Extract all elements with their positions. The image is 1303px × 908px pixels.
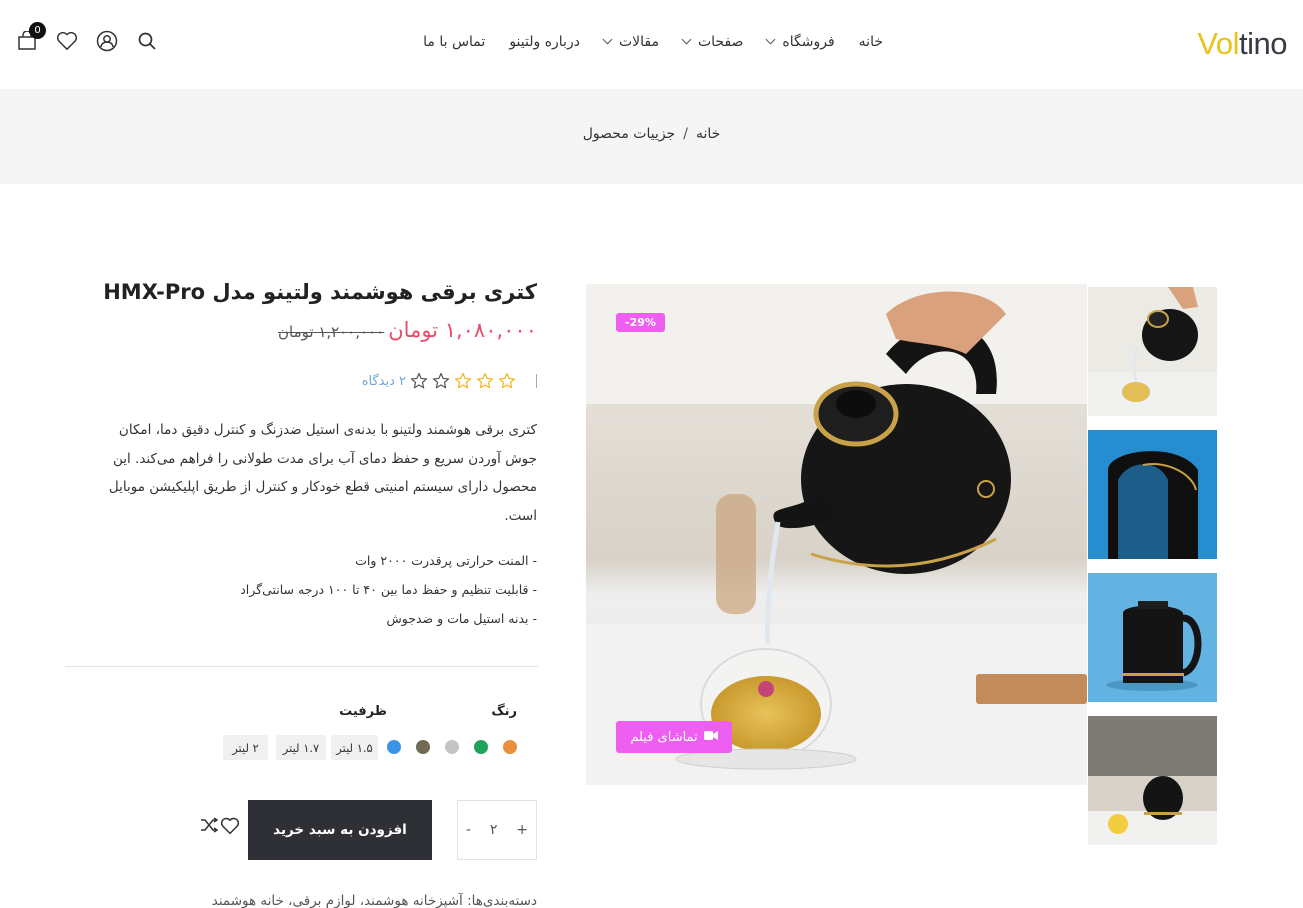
product-info: کتری برقی هوشمند ولتینو مدل HMX-Pro ۱,۰۸… xyxy=(62,280,537,626)
capacity-option-1.7l[interactable]: ۱.۷ لیتر xyxy=(276,735,326,760)
site-header: Voltino خانه فروشگاه صفحات مقالات درباره… xyxy=(0,0,1303,88)
color-swatch-gray[interactable] xyxy=(445,740,459,754)
header-icons: 0 xyxy=(16,22,158,52)
reviews-link[interactable]: ۲ دیدگاه xyxy=(362,374,406,389)
color-swatch-orange[interactable] xyxy=(503,740,517,754)
nav-label: تماس با ما xyxy=(423,34,486,50)
product-thumbnail-1[interactable] xyxy=(1088,287,1217,416)
watch-video-button[interactable]: تماشای فیلم xyxy=(616,721,732,753)
price-row: ۱,۰۸۰,۰۰۰ تومان ۱,۲۰۰,۰۰۰ تومان xyxy=(62,318,537,342)
nav-item-home[interactable]: خانه xyxy=(859,34,883,50)
nav-item-shop[interactable]: فروشگاه xyxy=(765,34,835,50)
nav-item-articles[interactable]: مقالات xyxy=(602,34,659,50)
site-logo[interactable]: Voltino xyxy=(1197,26,1287,62)
logo-part-1: Vol xyxy=(1197,26,1240,61)
wishlist-heart-icon[interactable] xyxy=(220,817,240,839)
star-filled-icon xyxy=(498,372,516,389)
nav-label: درباره ولتینو xyxy=(509,34,580,50)
nav-label: فروشگاه xyxy=(782,34,835,50)
nav-label: خانه xyxy=(858,34,883,50)
quantity-decrease-button[interactable]: - xyxy=(466,822,471,838)
breadcrumb-home[interactable]: خانه xyxy=(696,126,720,142)
quantity-value[interactable]: ۲ xyxy=(490,822,498,838)
star-filled-icon xyxy=(454,372,472,389)
product-description: کتری برقی هوشمند ولتینو با بدنه‌ی استیل … xyxy=(108,422,537,524)
nav-item-about[interactable]: درباره ولتینو xyxy=(509,34,580,50)
nav-label: صفحات xyxy=(697,34,744,50)
capacity-option-label: ظرفیت xyxy=(339,704,387,719)
rating-row: ۲ دیدگاه xyxy=(362,372,537,390)
star-rating xyxy=(410,372,516,390)
main-nav-items: خانه فروشگاه صفحات مقالات درباره ولتینو … xyxy=(423,30,883,54)
feature-item: - المنت حرارتی پرقدرت ۲۰۰۰ وات xyxy=(355,553,537,568)
feature-list: - المنت حرارتی پرقدرت ۲۰۰۰ وات - قابلیت … xyxy=(240,546,537,633)
feature-item: - بدنه استیل مات و ضدجوش xyxy=(386,611,537,626)
color-swatch-blue[interactable] xyxy=(387,740,401,754)
capacity-option-1.5l[interactable]: ۱.۵ لیتر xyxy=(331,735,378,760)
logo-part-2: tino xyxy=(1239,26,1287,61)
chevron-down-icon xyxy=(765,34,776,44)
discount-badge: -29% xyxy=(616,313,665,332)
product-thumbnail-3[interactable] xyxy=(1088,573,1217,702)
compare-shuffle-icon[interactable] xyxy=(200,817,219,837)
price-original: ۱,۲۰۰,۰۰۰ تومان xyxy=(278,323,385,341)
quantity-increase-button[interactable]: + xyxy=(516,822,528,838)
cart-count-badge: 0 xyxy=(29,22,46,39)
breadcrumb-separator: / xyxy=(683,126,688,142)
chevron-down-icon xyxy=(602,34,613,44)
color-option-label: رنگ xyxy=(491,704,517,719)
divider-line xyxy=(65,666,538,667)
product-thumbnail-2[interactable] xyxy=(1088,430,1217,559)
nav-label: مقالات xyxy=(618,34,659,50)
color-swatch-green[interactable] xyxy=(474,740,488,754)
star-empty-icon xyxy=(432,372,450,389)
product-main-image[interactable] xyxy=(586,284,1087,785)
wishlist-heart-icon[interactable] xyxy=(56,30,78,52)
color-swatch-olive[interactable] xyxy=(416,740,430,754)
video-camera-icon xyxy=(703,730,718,745)
nav-item-pages[interactable]: صفحات xyxy=(681,34,744,50)
product-categories: دسته‌بندی‌ها: آشپزخانه هوشمند، لوازم برق… xyxy=(211,893,537,908)
add-to-cart-button[interactable]: افزودن به سبد خرید xyxy=(248,800,432,860)
nav-item-contact[interactable]: تماس با ما xyxy=(423,34,485,50)
product-title: کتری برقی هوشمند ولتینو مدل HMX-Pro xyxy=(103,280,537,304)
search-icon[interactable] xyxy=(136,30,158,52)
breadcrumb: خانه / جزییات محصول xyxy=(0,126,1303,142)
cart-icon[interactable]: 0 xyxy=(16,22,46,52)
watch-video-label: تماشای فیلم xyxy=(630,729,698,745)
price-current: ۱,۰۸۰,۰۰۰ تومان xyxy=(388,318,537,342)
chevron-down-icon xyxy=(681,34,692,44)
product-thumbnail-4[interactable] xyxy=(1088,716,1217,845)
divider xyxy=(536,374,537,388)
quantity-stepper: - ۲ + xyxy=(457,800,537,860)
capacity-option-2l[interactable]: ۲ لیتر xyxy=(223,735,268,760)
breadcrumb-bar: خانه / جزییات محصول xyxy=(0,89,1303,184)
star-empty-icon xyxy=(410,372,428,389)
user-account-icon[interactable] xyxy=(96,30,118,52)
star-filled-icon xyxy=(476,372,494,389)
breadcrumb-current: جزییات محصول xyxy=(582,126,676,142)
feature-item: - قابلیت تنظیم و حفظ دما بین ۴۰ تا ۱۰۰ د… xyxy=(240,582,537,597)
